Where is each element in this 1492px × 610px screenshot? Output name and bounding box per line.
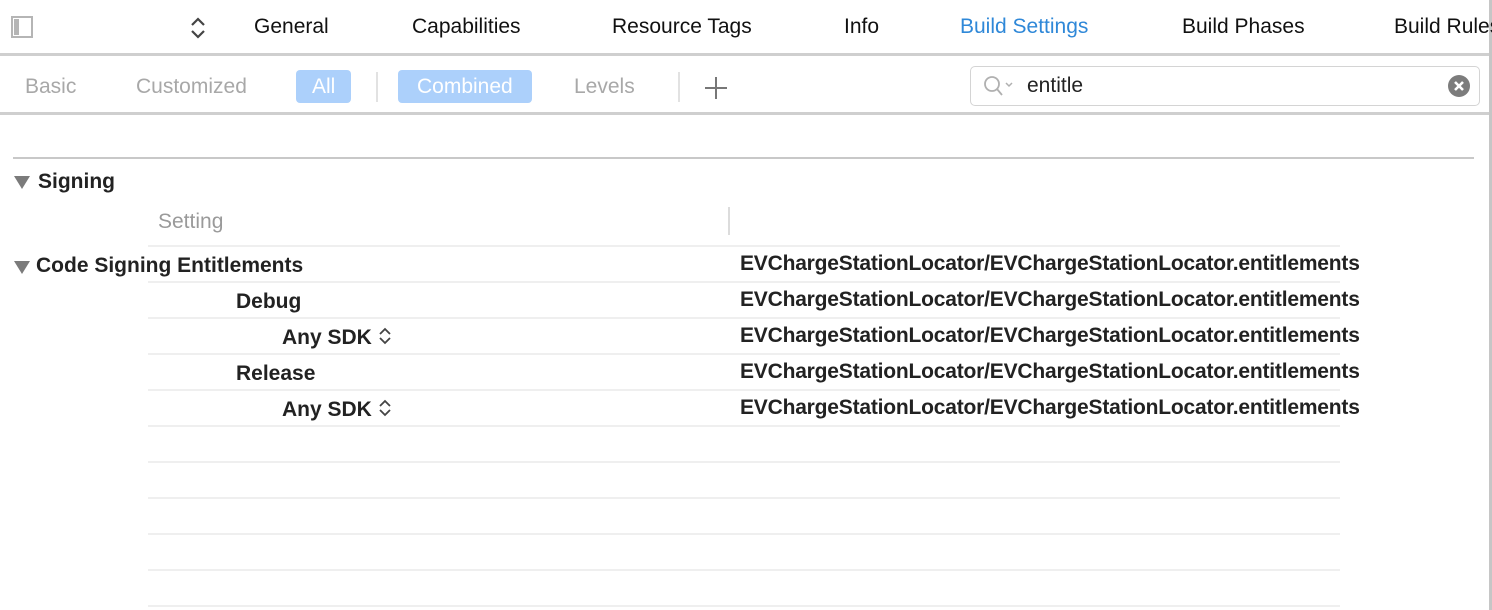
stepper-icon[interactable] bbox=[378, 326, 392, 346]
tab-info[interactable]: Info bbox=[844, 15, 879, 39]
disclosure-triangle-icon[interactable] bbox=[14, 261, 30, 274]
setting-value[interactable]: EVChargeStationLocator/EVChargeStationLo… bbox=[740, 288, 1360, 312]
tab-build-phases[interactable]: Build Phases bbox=[1182, 15, 1305, 39]
column-header-setting: Setting bbox=[158, 210, 224, 233]
row-separator bbox=[148, 281, 1340, 283]
column-divider[interactable] bbox=[728, 207, 730, 235]
tab-general[interactable]: General bbox=[254, 15, 329, 39]
tab-resource-tags[interactable]: Resource Tags bbox=[612, 15, 752, 39]
filter-divider bbox=[376, 72, 378, 102]
filter-customized[interactable]: Customized bbox=[125, 70, 258, 103]
sdk-selector[interactable]: Any SDK bbox=[282, 326, 392, 350]
row-separator bbox=[148, 569, 1340, 571]
sdk-name: Any SDK bbox=[282, 326, 372, 349]
setting-value[interactable]: EVChargeStationLocator/EVChargeStationLo… bbox=[740, 324, 1360, 348]
search-input[interactable] bbox=[1027, 71, 1427, 101]
editor-tab-bar: General Capabilities Resource Tags Info … bbox=[0, 0, 1492, 56]
tab-build-rules[interactable]: Build Rules bbox=[1394, 15, 1492, 39]
filter-all[interactable]: All bbox=[296, 70, 352, 103]
row-separator bbox=[148, 533, 1340, 535]
row-separator bbox=[148, 461, 1340, 463]
setting-value[interactable]: EVChargeStationLocator/EVChargeStationLo… bbox=[740, 252, 1360, 276]
target-selector-stepper-icon[interactable] bbox=[188, 16, 208, 40]
row-separator bbox=[148, 317, 1340, 319]
setting-value[interactable]: EVChargeStationLocator/EVChargeStationLo… bbox=[740, 360, 1360, 384]
row-separator bbox=[148, 245, 1340, 247]
tab-capabilities[interactable]: Capabilities bbox=[412, 15, 521, 39]
disclosure-triangle-icon[interactable] bbox=[14, 176, 30, 189]
build-settings-filter-bar: Basic Customized All Combined Levels bbox=[0, 56, 1489, 115]
row-separator bbox=[148, 389, 1340, 391]
section-separator bbox=[13, 157, 1474, 159]
row-separator bbox=[148, 353, 1340, 355]
sdk-name: Any SDK bbox=[282, 398, 372, 421]
search-icon[interactable] bbox=[983, 75, 1017, 97]
section-title-signing: Signing bbox=[38, 170, 115, 193]
filter-basic[interactable]: Basic bbox=[14, 70, 87, 103]
configuration-name: Release bbox=[236, 362, 316, 385]
filter-divider bbox=[678, 72, 680, 102]
setting-name: Code Signing Entitlements bbox=[36, 254, 304, 277]
search-field[interactable] bbox=[970, 66, 1480, 106]
clear-icon[interactable] bbox=[1448, 75, 1470, 97]
sidebar-toggle-icon[interactable] bbox=[11, 16, 33, 38]
setting-value[interactable]: EVChargeStationLocator/EVChargeStationLo… bbox=[740, 396, 1360, 420]
row-separator bbox=[148, 425, 1340, 427]
row-separator bbox=[148, 497, 1340, 499]
plus-icon[interactable] bbox=[703, 75, 729, 101]
filter-combined[interactable]: Combined bbox=[398, 70, 532, 103]
configuration-name: Debug bbox=[236, 290, 302, 313]
sdk-selector[interactable]: Any SDK bbox=[282, 398, 392, 422]
stepper-icon[interactable] bbox=[378, 398, 392, 418]
filter-levels[interactable]: Levels bbox=[563, 70, 646, 103]
tab-build-settings[interactable]: Build Settings bbox=[960, 15, 1088, 39]
row-separator bbox=[148, 605, 1340, 607]
